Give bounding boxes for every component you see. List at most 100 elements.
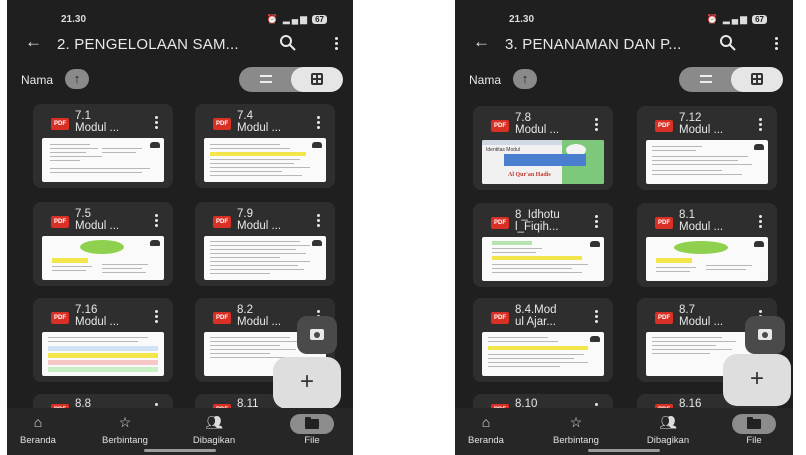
- signal-icon: ▂▄▆: [722, 14, 750, 24]
- app-bar: ← 2. PENGELOLAAN SAM...: [7, 32, 353, 58]
- arrow-up-icon[interactable]: ↑: [513, 69, 537, 89]
- file-name: 8_Idhotu l_Fiqih...: [515, 209, 560, 233]
- file-name: 7.5 Modul ...: [75, 208, 120, 232]
- file-thumbnail: [42, 332, 164, 376]
- phone-screen-right: 21.30 ⏰ ▂▄▆ 67 ← 3. PENANAMAN DAN P... N…: [455, 0, 793, 455]
- scan-button[interactable]: [745, 316, 785, 354]
- phone-screen-left: 21.30 ⏰ ▂▄▆ 67 ← 2. PENGELOLAAN SAM... N…: [7, 0, 353, 455]
- people-icon: [590, 336, 600, 342]
- sort-label[interactable]: Nama: [469, 73, 501, 87]
- file-card[interactable]: PDF 7.12 Modul ...: [637, 106, 777, 190]
- more-vert-icon[interactable]: [759, 215, 763, 230]
- search-icon[interactable]: [279, 34, 297, 52]
- more-vert-icon[interactable]: [759, 118, 763, 133]
- folder-icon: [290, 414, 334, 434]
- home-icon: ⌂: [33, 414, 43, 430]
- more-vert-icon[interactable]: [595, 310, 599, 325]
- file-name: 8.7 Modul ...: [679, 304, 724, 328]
- pdf-icon: PDF: [491, 217, 509, 229]
- file-thumbnail: [482, 332, 604, 376]
- pdf-icon: PDF: [655, 312, 673, 324]
- people-icon: [150, 142, 160, 148]
- bottom-nav: ⌂ Beranda ☆ Berbintang 👥︎ Dibagikan File: [7, 408, 353, 455]
- signal-icon: ▂▄▆: [282, 14, 310, 24]
- status-icons: ⏰ ▂▄▆ 67: [267, 14, 327, 25]
- file-name: 7.9 Modul ...: [237, 208, 282, 232]
- file-name: 8.4.Mod ul Ajar...: [515, 304, 557, 328]
- more-vert-icon[interactable]: [335, 37, 339, 52]
- file-thumbnail: [42, 138, 164, 182]
- nav-label: Dibagikan: [646, 435, 690, 446]
- file-card[interactable]: PDF 8.4.Mod ul Ajar...: [473, 298, 613, 382]
- file-card[interactable]: PDF 7.5 Modul ...: [33, 202, 173, 286]
- sort-label[interactable]: Nama: [21, 73, 53, 87]
- new-button[interactable]: +: [273, 357, 341, 409]
- nav-shared[interactable]: 👥︎ Dibagikan: [175, 414, 253, 446]
- grid-view-icon[interactable]: [731, 67, 783, 92]
- nav-label: Berbintang: [102, 435, 148, 446]
- thumbnail-text: Identitas Modul: [486, 147, 520, 153]
- gesture-bar: [588, 449, 660, 452]
- more-vert-icon[interactable]: [595, 118, 599, 133]
- file-thumbnail: [646, 237, 768, 281]
- more-vert-icon[interactable]: [317, 214, 321, 229]
- sort-row: Nama ↑: [455, 67, 793, 93]
- page-title: 2. PENGELOLAAN SAM...: [57, 36, 239, 53]
- star-icon: ☆: [569, 414, 583, 430]
- nav-starred[interactable]: ☆ Berbintang: [86, 414, 164, 446]
- nav-label: Beranda: [468, 435, 504, 446]
- more-vert-icon[interactable]: [595, 215, 599, 230]
- search-icon[interactable]: [719, 34, 737, 52]
- file-card[interactable]: PDF 7.4 Modul ...: [195, 104, 335, 188]
- more-vert-icon[interactable]: [155, 214, 159, 229]
- status-bar: 21.30 ⏰ ▂▄▆ 67: [7, 14, 353, 28]
- nav-label: Dibagikan: [192, 435, 236, 446]
- battery-icon: 67: [752, 15, 767, 24]
- nav-files[interactable]: File: [273, 414, 351, 446]
- more-vert-icon[interactable]: [317, 116, 321, 131]
- nav-home[interactable]: ⌂ Beranda: [7, 414, 77, 446]
- pdf-icon: PDF: [213, 312, 231, 324]
- list-view-icon[interactable]: [679, 67, 731, 92]
- new-button[interactable]: +: [723, 354, 791, 406]
- nav-shared[interactable]: 👥︎ Dibagikan: [629, 414, 707, 446]
- file-thumbnail: [646, 140, 768, 184]
- more-vert-icon[interactable]: [155, 116, 159, 131]
- camera-icon: [758, 329, 772, 340]
- nav-home[interactable]: ⌂ Beranda: [455, 414, 525, 446]
- arrow-up-icon[interactable]: ↑: [65, 69, 89, 89]
- plus-icon: +: [299, 368, 314, 395]
- file-card[interactable]: PDF 7.1 Modul ...: [33, 104, 173, 188]
- file-card[interactable]: PDF 8_Idhotu l_Fiqih...: [473, 203, 613, 287]
- pdf-icon: PDF: [491, 120, 509, 132]
- home-icon: ⌂: [481, 414, 491, 430]
- arrow-left-icon[interactable]: ←: [473, 32, 490, 52]
- file-card[interactable]: PDF 7.16 Modul ...: [33, 298, 173, 382]
- list-view-icon[interactable]: [239, 67, 291, 92]
- people-icon: [590, 241, 600, 247]
- nav-label: Berbintang: [553, 435, 599, 446]
- plus-icon: +: [749, 365, 764, 392]
- file-thumbnail: Identitas Modul Al Qur'an Hadis: [482, 140, 604, 184]
- grid-view-icon[interactable]: [291, 67, 343, 92]
- status-icons: ⏰ ▂▄▆ 67: [707, 14, 767, 25]
- gesture-bar: [144, 449, 216, 452]
- pdf-icon: PDF: [655, 120, 673, 132]
- more-vert-icon[interactable]: [155, 310, 159, 325]
- page-title: 3. PENANAMAN DAN P...: [505, 36, 682, 53]
- nav-files[interactable]: File: [715, 414, 793, 446]
- file-card[interactable]: PDF 7.9 Modul ...: [195, 202, 335, 286]
- people-icon: [150, 240, 160, 246]
- nav-starred[interactable]: ☆ Berbintang: [537, 414, 615, 446]
- view-toggle: [239, 67, 343, 92]
- more-vert-icon[interactable]: [775, 37, 779, 52]
- pdf-icon: PDF: [213, 216, 231, 228]
- arrow-left-icon[interactable]: ←: [25, 32, 42, 52]
- scan-button[interactable]: [297, 316, 337, 354]
- file-thumbnail: [482, 237, 604, 281]
- file-card[interactable]: PDF 7.8 Modul ... Identitas Modul Al Qur…: [473, 106, 613, 190]
- file-name: 7.1 Modul ...: [75, 110, 120, 134]
- pdf-icon: PDF: [655, 217, 673, 229]
- file-card[interactable]: PDF 8.1 Modul ...: [637, 203, 777, 287]
- people-icon: [754, 144, 764, 150]
